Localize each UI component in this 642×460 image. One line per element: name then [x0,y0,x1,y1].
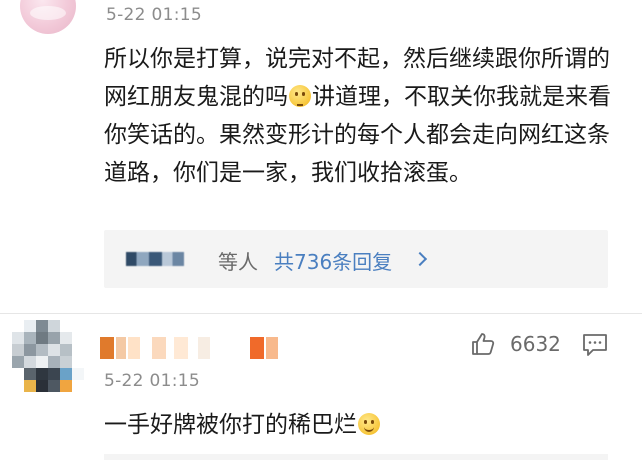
thumbs-up-icon[interactable] [470,331,496,357]
replies-suffix: 等人 [218,250,258,274]
view-replies-link[interactable]: 共736条回复 [274,246,392,275]
chevron-right-icon [412,251,428,267]
comment-icon[interactable] [582,333,608,357]
commenter2-avatar[interactable] [12,320,84,392]
thinking-face-icon [289,85,311,107]
like-count: 6632 [510,332,561,356]
comment-timestamp: 5-22 01:15 [106,5,202,25]
replies-preview[interactable]: 等人 共736条回复 [104,230,608,288]
comment2-timestamp: 5-22 01:15 [104,371,200,391]
replier-names-blurred [126,252,184,266]
comment-divider [0,313,642,314]
replies-preview-2[interactable] [104,454,608,460]
commenter-avatar[interactable] [20,0,76,34]
comment2-text-content: 一手好牌被你打的稀巴烂 [104,412,357,438]
comment2-text: 一手好牌被你打的稀巴烂 [104,406,381,444]
commenter2-name-blurred[interactable] [100,337,300,359]
comment-text: 所以你是打算，说完对不起，然后继续跟你所谓的网红朋友鬼混的吗 讲道理，不取关你我就… [104,40,624,192]
smile-face-icon [358,413,380,435]
